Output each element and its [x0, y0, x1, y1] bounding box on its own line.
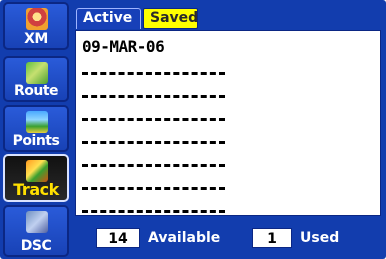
device-screen: XM Route Points Track DSC Active Saved 0… — [0, 0, 386, 259]
sidebar-item-label: Points — [12, 133, 60, 149]
list-item-empty[interactable] — [82, 176, 322, 198]
tab-active[interactable]: Active — [76, 8, 141, 29]
sidebar-item-route[interactable]: Route — [3, 56, 69, 102]
sidebar-item-label: Route — [13, 83, 59, 99]
list-item-empty[interactable] — [82, 153, 322, 175]
sidebar-item-track[interactable]: Track — [3, 154, 69, 202]
list-item-empty[interactable] — [82, 61, 322, 83]
sidebar-item-label: DSC — [20, 238, 52, 254]
xm-icon — [26, 8, 48, 30]
saved-tracks-list: 09-MAR-06 — [75, 30, 381, 216]
sidebar-item-points[interactable]: Points — [3, 105, 69, 152]
sidebar-item-label: XM — [24, 31, 48, 47]
sidebar-item-label: Track — [13, 180, 59, 199]
sidebar: XM Route Points Track DSC — [0, 0, 72, 259]
dsc-icon — [26, 211, 48, 233]
route-icon — [26, 62, 48, 84]
used-label: Used — [300, 230, 340, 246]
list-item-empty[interactable] — [82, 199, 322, 215]
available-label: Available — [148, 230, 221, 246]
tab-saved[interactable]: Saved — [143, 8, 198, 29]
list-item-empty[interactable] — [82, 130, 322, 152]
sidebar-item-xm[interactable]: XM — [3, 2, 69, 50]
list-item-empty[interactable] — [82, 84, 322, 106]
available-count: 14 — [96, 228, 140, 248]
points-icon — [26, 111, 48, 133]
used-count: 1 — [252, 228, 292, 248]
track-icon — [26, 160, 48, 182]
list-item-empty[interactable] — [82, 107, 322, 129]
list-item[interactable]: 09-MAR-06 — [82, 37, 322, 59]
sidebar-item-dsc[interactable]: DSC — [3, 205, 69, 257]
